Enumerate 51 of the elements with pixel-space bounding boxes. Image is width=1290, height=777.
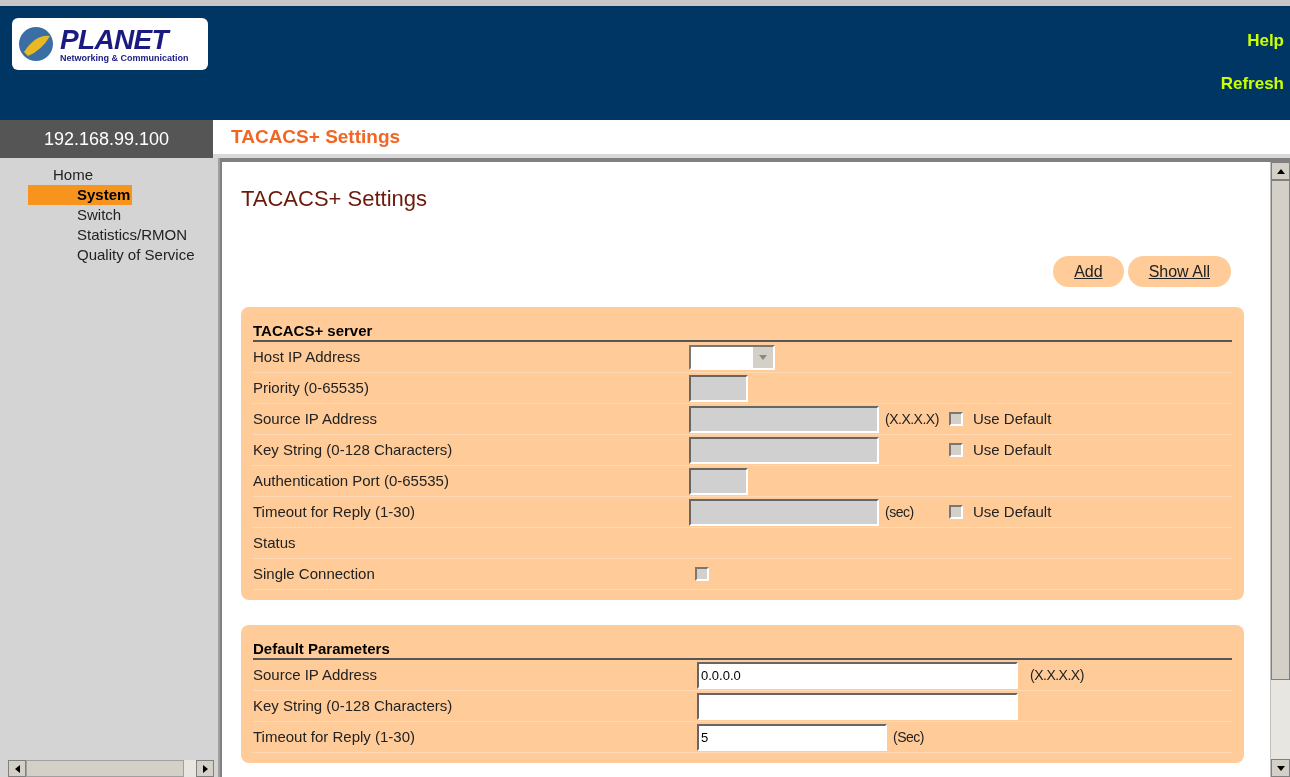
field-label: Timeout for Reply (1-30) [253, 726, 416, 747]
up-arrow-icon [1276, 168, 1285, 174]
field-label: Priority (0-65535) [253, 377, 370, 398]
content-heading: TACACS+ Settings [241, 185, 429, 212]
checkbox-label: Use Default [973, 408, 1052, 429]
field-label: Single Connection [253, 563, 376, 584]
checkbox-label: Use Default [973, 439, 1052, 460]
ip-address: 192.168.99.100 [43, 127, 170, 151]
scroll-right-button[interactable] [196, 760, 214, 777]
down-arrow-icon [1276, 765, 1285, 771]
nav-item[interactable]: Home [53, 165, 95, 185]
logo-wordmark: PLANET [60, 25, 189, 54]
dropdown-arrow-icon [759, 354, 767, 360]
nav-item[interactable]: System [28, 185, 133, 205]
nav-item[interactable]: Switch [28, 205, 124, 225]
page-title: TACACS+ Settings [231, 124, 401, 149]
unit-label: (sec) [885, 502, 914, 522]
left-arrow-icon [14, 764, 20, 773]
scroll-left-button[interactable] [8, 760, 26, 777]
right-arrow-icon [202, 764, 208, 773]
field-label: Timeout for Reply (1-30) [253, 501, 416, 522]
logo-tagline: Networking & Communication [60, 53, 189, 63]
header-link[interactable]: Help [1247, 32, 1284, 49]
field-label: Key String (0-128 Characters) [253, 439, 454, 460]
nav-item[interactable]: Quality of Service [28, 245, 197, 265]
section-title: TACACS+ server [253, 321, 1232, 342]
nav-item[interactable]: Statistics/RMON [28, 225, 189, 245]
field-label: Source IP Address [253, 408, 378, 429]
field-label: Host IP Address [253, 346, 362, 367]
action-button[interactable]: Show All [1127, 256, 1231, 287]
checkbox[interactable] [695, 567, 709, 581]
unit-label: (X.X.X.X) [1030, 666, 1084, 683]
unit-label: (Sec) [893, 727, 924, 747]
globe-icon [16, 24, 56, 64]
scrollbar-thumb[interactable] [1271, 180, 1290, 680]
dropdown-field[interactable] [689, 344, 775, 370]
section-title: Default Parameters [253, 639, 1232, 660]
input-field[interactable] [697, 692, 1018, 720]
field-label: Authentication Port (0-65535) [253, 470, 450, 491]
scroll-down-button[interactable] [1271, 759, 1290, 777]
field-label: Key String (0-128 Characters) [253, 695, 454, 716]
input-field[interactable]: 0.0.0.0 [697, 661, 1018, 689]
unit-label: (X.X.X.X) [885, 409, 939, 429]
input-field[interactable]: 5 [697, 723, 887, 751]
field-label: Source IP Address [253, 664, 378, 685]
scrollbar-thumb[interactable] [26, 760, 184, 777]
scroll-up-button[interactable] [1271, 162, 1290, 180]
header-link[interactable]: Refresh [1220, 75, 1284, 92]
action-button[interactable]: Add [1053, 256, 1124, 287]
field-label: Status [253, 532, 297, 553]
checkbox-label: Use Default [973, 501, 1052, 522]
